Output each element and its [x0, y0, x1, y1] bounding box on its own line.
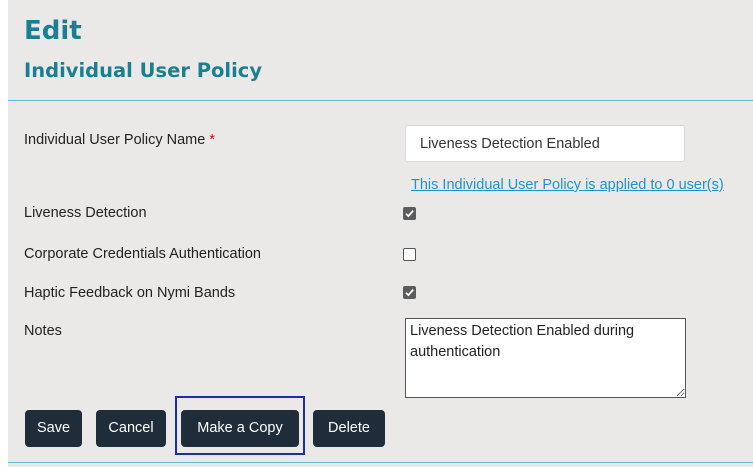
header-divider [8, 100, 753, 101]
policy-name-label-text: Individual User Policy Name [24, 132, 206, 148]
make-copy-button[interactable]: Make a Copy [181, 410, 299, 447]
required-asterisk: * [209, 132, 216, 148]
checkmark-icon [405, 289, 414, 297]
haptic-feedback-label: Haptic Feedback on Nymi Bands [24, 285, 236, 301]
policy-usage-link[interactable]: This Individual User Policy is applied t… [411, 176, 724, 194]
cancel-button[interactable]: Cancel [96, 410, 166, 447]
policy-name-input[interactable] [405, 125, 685, 162]
notes-label: Notes [24, 323, 62, 339]
haptic-feedback-checkbox[interactable] [403, 286, 416, 299]
footer-divider [8, 462, 753, 463]
corporate-credentials-checkbox[interactable] [403, 248, 416, 261]
liveness-detection-checkbox[interactable] [403, 207, 416, 220]
page-subtitle: Individual User Policy [24, 59, 263, 82]
corporate-credentials-label: Corporate Credentials Authentication [24, 246, 261, 262]
notes-textarea[interactable]: Liveness Detection Enabled during authen… [405, 318, 686, 398]
checkmark-icon [405, 210, 414, 218]
liveness-detection-label: Liveness Detection [24, 205, 147, 221]
delete-button[interactable]: Delete [313, 410, 385, 447]
page-title: Edit [24, 16, 82, 46]
save-button[interactable]: Save [25, 410, 82, 447]
policy-name-label: Individual User Policy Name * [24, 131, 215, 149]
